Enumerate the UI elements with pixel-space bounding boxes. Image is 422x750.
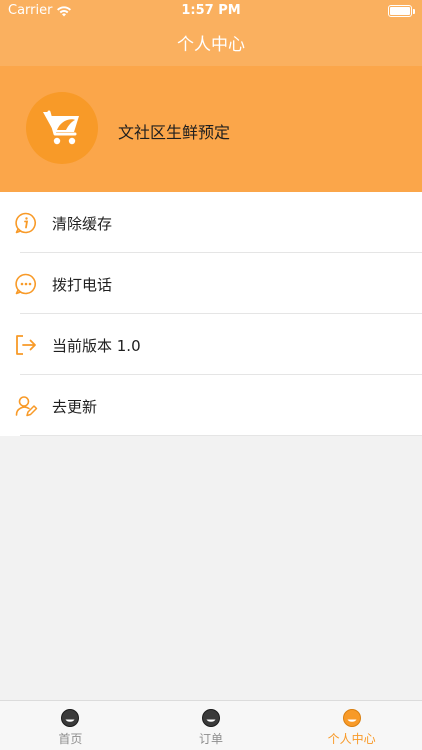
chat-dots-icon — [14, 272, 38, 296]
logout-arrow-icon — [14, 333, 38, 357]
divider — [20, 435, 422, 436]
menu-item-label: 拨打电话 — [52, 276, 113, 294]
settings-menu: 清除缓存 拨打电话 当前版本 1.0 去更新 — [0, 192, 422, 436]
menu-item-version[interactable]: 当前版本 1.0 — [0, 314, 422, 375]
status-bar: Carrier 1:57 PM — [0, 0, 422, 22]
page-title: 个人中心 — [177, 35, 245, 55]
profile-header: 文社区生鲜预定 — [0, 66, 422, 192]
tab-label: 首页 — [58, 732, 83, 746]
tab-label: 个人中心 — [327, 732, 376, 746]
status-time: 1:57 PM — [181, 3, 241, 18]
tab-profile[interactable]: 个人中心 — [281, 701, 422, 750]
orders-tab-icon — [201, 708, 221, 728]
tab-home[interactable]: 首页 — [0, 701, 141, 750]
avatar — [26, 92, 98, 164]
menu-item-label: 去更新 — [52, 398, 98, 416]
profile-tab-icon — [342, 708, 362, 728]
tab-orders[interactable]: 订单 — [141, 701, 282, 750]
menu-item-label: 清除缓存 — [52, 215, 113, 233]
menu-item-clear-cache[interactable]: 清除缓存 — [0, 192, 422, 253]
menu-item-label: 当前版本 1.0 — [52, 337, 141, 355]
navigation-bar: Carrier 1:57 PM 个人中心 — [0, 0, 422, 66]
tab-bar: 首页 订单 个人中心 — [0, 700, 422, 750]
tab-label: 订单 — [199, 732, 224, 746]
battery-icon — [388, 5, 415, 17]
menu-item-call-phone[interactable]: 拨打电话 — [0, 253, 422, 314]
shopping-cart-icon — [43, 110, 79, 145]
info-icon — [14, 211, 38, 235]
home-tab-icon — [60, 708, 80, 728]
store-name: 文社区生鲜预定 — [118, 123, 231, 142]
menu-item-update[interactable]: 去更新 — [0, 375, 422, 436]
user-edit-icon — [14, 394, 38, 418]
